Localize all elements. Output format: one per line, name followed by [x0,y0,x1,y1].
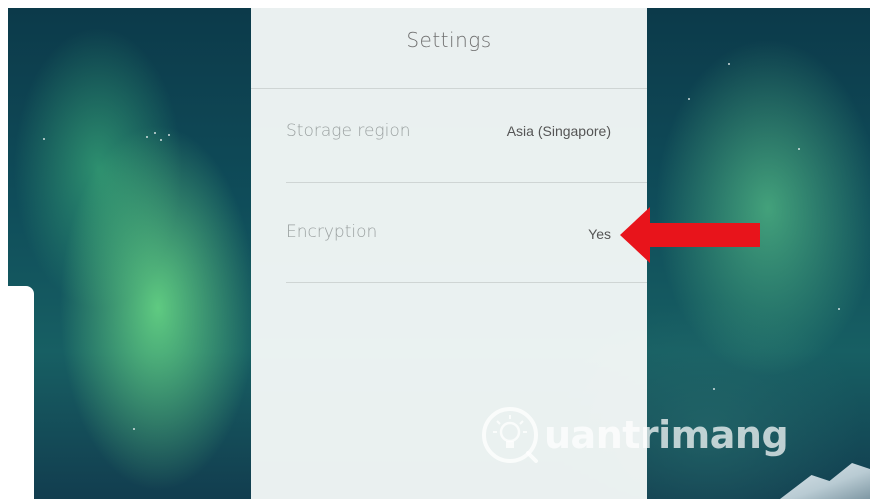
title-divider [251,88,647,89]
watermark-logo: uantrimang [478,405,798,467]
panel-title: Settings [406,28,492,52]
left-card-edge [8,286,34,499]
encryption-value[interactable]: Yes [588,226,611,242]
row-divider [286,282,647,283]
storage-region-value[interactable]: Asia (Singapore) [507,123,611,139]
encryption-label: Encryption [286,222,378,242]
storage-region-label: Storage region [286,121,411,141]
row-divider [286,182,647,183]
lightbulb-icon [482,407,538,463]
watermark-text: uantrimang [544,413,789,457]
red-arrow-icon [620,207,760,263]
